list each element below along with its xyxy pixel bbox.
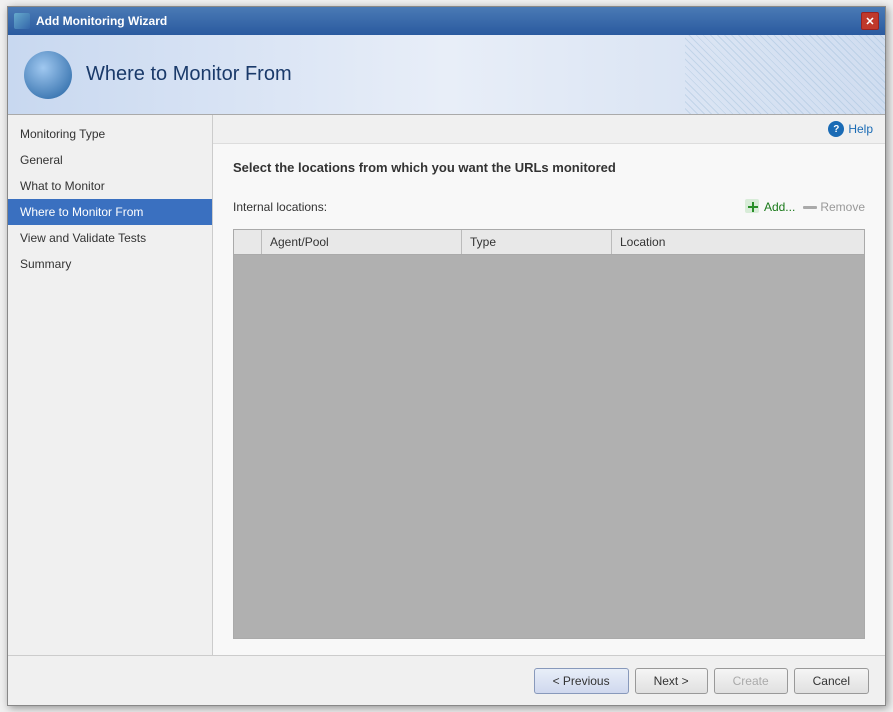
header-title: Where to Monitor From: [86, 63, 292, 86]
previous-button[interactable]: < Previous: [534, 668, 629, 694]
table-body: [234, 255, 864, 638]
instruction-text: Select the locations from which you want…: [233, 160, 865, 175]
footer: < Previous Next > Create Cancel: [8, 655, 885, 705]
title-bar-left: Add Monitoring Wizard: [14, 13, 167, 29]
locations-table: Agent/Pool Type Location: [233, 229, 865, 639]
window-title: Add Monitoring Wizard: [36, 14, 167, 28]
sidebar-item-monitoring-type[interactable]: Monitoring Type: [8, 121, 212, 147]
internal-locations-header: Internal locations: Add...: [233, 199, 865, 215]
header-decoration: [685, 35, 885, 115]
sidebar-item-summary[interactable]: Summary: [8, 251, 212, 277]
title-bar: Add Monitoring Wizard ✕: [8, 7, 885, 35]
content-area: ? Help Select the locations from which y…: [213, 115, 885, 655]
table-action-buttons: Add... Remove: [745, 199, 865, 215]
cancel-button[interactable]: Cancel: [794, 668, 869, 694]
add-label: Add...: [764, 200, 795, 214]
next-button[interactable]: Next >: [635, 668, 708, 694]
window-icon: [14, 13, 30, 29]
sidebar-item-what-to-monitor[interactable]: What to Monitor: [8, 173, 212, 199]
remove-icon: [803, 206, 817, 209]
table-header-type: Type: [462, 230, 612, 254]
table-header-location: Location: [612, 230, 864, 254]
remove-button[interactable]: Remove: [803, 200, 865, 214]
remove-label: Remove: [820, 200, 865, 214]
internal-locations-label: Internal locations:: [233, 200, 327, 214]
main-content: Monitoring Type General What to Monitor …: [8, 115, 885, 655]
header-panel: Where to Monitor From: [8, 35, 885, 115]
add-icon: [745, 199, 761, 215]
close-button[interactable]: ✕: [861, 12, 879, 30]
sidebar-item-general[interactable]: General: [8, 147, 212, 173]
help-icon: ?: [828, 121, 844, 137]
table-header-agent: Agent/Pool: [262, 230, 462, 254]
header-logo-icon: [24, 51, 72, 99]
content-body: Select the locations from which you want…: [213, 144, 885, 655]
sidebar: Monitoring Type General What to Monitor …: [8, 115, 213, 655]
help-label: Help: [848, 122, 873, 136]
sidebar-item-view-validate[interactable]: View and Validate Tests: [8, 225, 212, 251]
top-bar: ? Help: [213, 115, 885, 144]
table-header: Agent/Pool Type Location: [234, 230, 864, 255]
table-header-check: [234, 230, 262, 254]
help-button[interactable]: ? Help: [828, 121, 873, 137]
create-button[interactable]: Create: [714, 668, 788, 694]
add-button[interactable]: Add...: [745, 199, 795, 215]
main-window: Add Monitoring Wizard ✕ Where to Monitor…: [7, 6, 886, 706]
sidebar-item-where-to-monitor[interactable]: Where to Monitor From: [8, 199, 212, 225]
